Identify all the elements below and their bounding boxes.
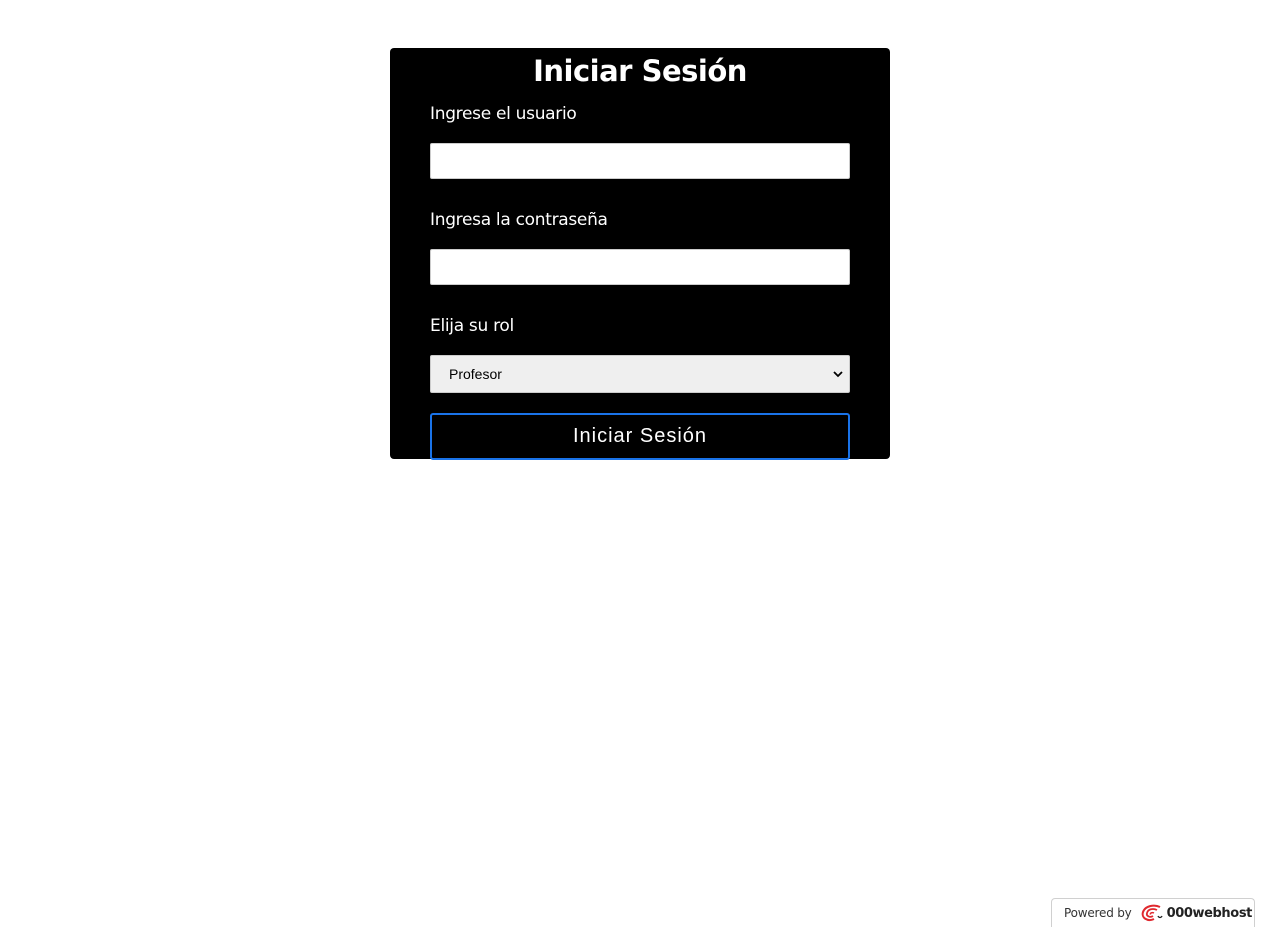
create-account-link[interactable]: Eres nuevo, Crea una cuenta. <box>430 472 850 494</box>
powered-by-badge[interactable]: Powered by 000webhost <box>1051 898 1255 927</box>
username-label: Ingrese el usuario <box>430 104 577 124</box>
000webhost-swirl-icon <box>1141 904 1163 922</box>
brand-name: 000webhost <box>1166 905 1253 921</box>
chevron-down-icon <box>833 371 843 378</box>
username-input[interactable] <box>430 143 850 179</box>
password-label: Ingresa la contraseña <box>430 210 608 230</box>
page: Iniciar Sesión Ingrese el usuario Ingres… <box>0 0 1280 927</box>
role-select[interactable]: Profesor <box>430 355 850 393</box>
form-title: Iniciar Sesión <box>533 54 747 88</box>
login-button[interactable]: Iniciar Sesión <box>430 413 850 460</box>
login-form: Iniciar Sesión Ingrese el usuario Ingres… <box>390 48 890 494</box>
role-select-value: Profesor <box>449 366 502 382</box>
powered-by-text: Powered by <box>1064 906 1132 920</box>
password-input[interactable] <box>430 249 850 285</box>
role-label: Elija su rol <box>430 316 514 336</box>
